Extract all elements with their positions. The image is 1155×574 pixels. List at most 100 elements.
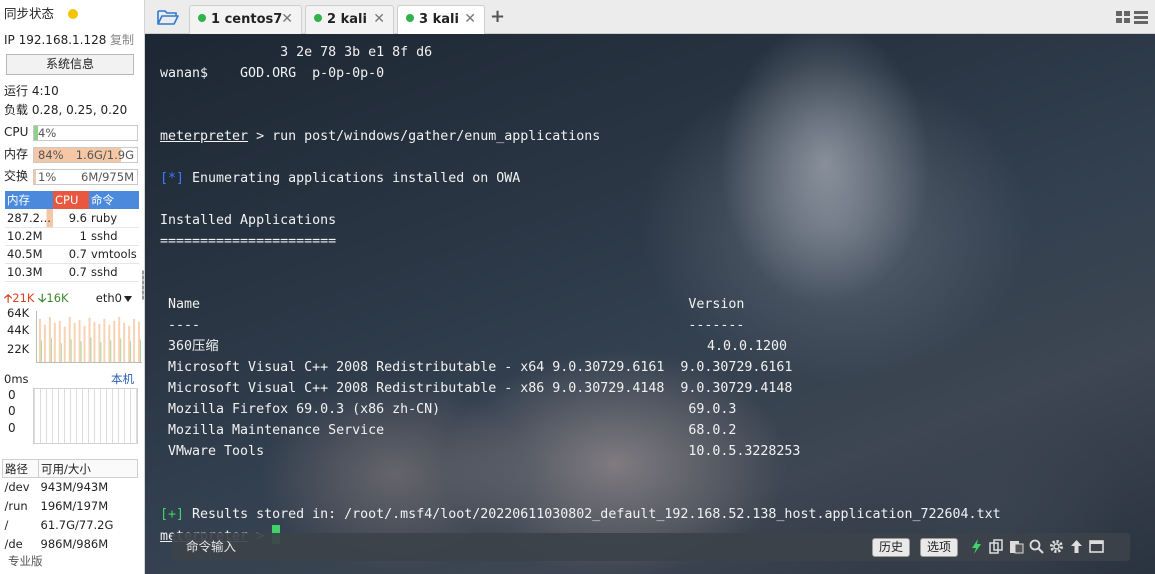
arrow-up-icon[interactable] bbox=[1068, 538, 1085, 555]
history-button[interactable]: 历史 bbox=[872, 538, 911, 557]
terminal-text: > run post/windows/gather/enum_applicati… bbox=[248, 129, 601, 144]
connected-dot-icon bbox=[406, 14, 414, 22]
layout-grid-icon[interactable] bbox=[1115, 10, 1149, 24]
net-axis-label: 44K bbox=[7, 323, 30, 337]
close-icon[interactable]: ✕ bbox=[281, 6, 293, 33]
load-average: 负载 0.28, 0.25, 0.20 bbox=[4, 103, 128, 117]
lightning-icon[interactable] bbox=[968, 538, 985, 555]
process-header-memory[interactable]: 内存 bbox=[5, 191, 53, 209]
process-table: 内存 CPU 命令 287.2... 9.6 ruby 10.2M 1 sshd… bbox=[5, 191, 139, 282]
upload-speed: 21K bbox=[12, 291, 35, 305]
command-input-placeholder[interactable]: 命令输入 bbox=[186, 533, 236, 561]
options-button[interactable]: 选项 bbox=[920, 538, 959, 557]
memory-meter-detail: 1.6G/1.9G bbox=[75, 148, 134, 162]
ip-row: IP 192.168.1.128 复制 bbox=[4, 31, 138, 49]
process-row[interactable]: 10.2M 1 sshd bbox=[5, 227, 139, 246]
terminal-text: wanan$ GOD.ORG p-0p-0p-0 bbox=[160, 66, 385, 81]
terminal-text: ---- ------- bbox=[160, 318, 745, 333]
caret-down-icon bbox=[124, 295, 132, 302]
disk-row[interactable]: /de 986M/986M bbox=[3, 535, 138, 554]
disk-path: /de bbox=[4, 537, 23, 551]
latency-axis-label: 0 bbox=[8, 404, 16, 418]
add-tab-icon[interactable]: + bbox=[490, 6, 505, 27]
process-memory: 40.5M bbox=[5, 245, 53, 264]
search-icon[interactable] bbox=[1028, 538, 1045, 555]
network-interface-label: eth0 bbox=[95, 291, 122, 305]
terminal-line: VMware Tools 10.0.5.3228253 bbox=[160, 441, 1001, 462]
sync-status-dot bbox=[68, 9, 78, 19]
sidebar-resize-handle[interactable] bbox=[142, 270, 144, 300]
uptime: 运行 4:10 bbox=[4, 84, 59, 98]
process-memory: 287.2... bbox=[5, 209, 53, 228]
terminal-text: ====================== bbox=[160, 234, 337, 249]
terminal-view[interactable]: 3 2e 78 3b e1 8f d6 wanan$ GOD.ORG p-0p-0… bbox=[145, 34, 1155, 574]
disk-row[interactable]: /run 196M/197M bbox=[3, 497, 138, 516]
swap-meter-fill bbox=[34, 170, 37, 184]
cpu-meter-value: 4% bbox=[38, 126, 57, 140]
paste-icon[interactable] bbox=[1008, 538, 1025, 555]
process-command: vmtools bbox=[89, 245, 139, 264]
maximize-icon[interactable] bbox=[1088, 538, 1105, 555]
terminal-text: Microsoft Visual C++ 2008 Redistributabl… bbox=[160, 360, 793, 375]
terminal-text: Mozilla Maintenance Service 68.0.2 bbox=[160, 423, 737, 438]
process-row[interactable]: 10.3M 0.7 sshd bbox=[5, 263, 139, 282]
process-row[interactable]: 40.5M 0.7 vmtools bbox=[5, 245, 139, 264]
disk-header-size[interactable]: 可用/大小 bbox=[38, 459, 138, 478]
ip-address: IP 192.168.1.128 bbox=[4, 33, 107, 47]
latency-axis-label: 0 bbox=[8, 388, 16, 402]
pro-edition-label[interactable]: 专业版 bbox=[8, 553, 43, 569]
meterpreter-prompt: meterpreter bbox=[160, 129, 249, 144]
tab-centos7[interactable]: 1 centos7 ✕ bbox=[189, 5, 302, 34]
tab-label: 3 kali bbox=[419, 12, 459, 27]
process-cpu: 9.6 bbox=[53, 209, 89, 228]
cpu-meter-label: CPU bbox=[4, 125, 29, 139]
process-header-command[interactable]: 命令 bbox=[89, 191, 139, 209]
connected-dot-icon bbox=[198, 14, 206, 22]
terminal-line: Installed Applications bbox=[160, 210, 1001, 231]
disk-size: 943M/943M bbox=[40, 480, 109, 495]
command-input-bar[interactable]: 命令输入 历史 选项 bbox=[172, 533, 1130, 561]
terminal-line: 3 2e 78 3b e1 8f d6 bbox=[160, 42, 1001, 63]
tab-kali-3[interactable]: 3 kali ✕ bbox=[397, 5, 485, 35]
latency-value: 0ms bbox=[4, 372, 29, 386]
close-icon[interactable]: ✕ bbox=[464, 6, 476, 33]
tab-label: 1 centos7 bbox=[211, 12, 283, 27]
process-header-cpu[interactable]: CPU bbox=[53, 191, 89, 209]
terminal-line: Microsoft Visual C++ 2008 Redistributabl… bbox=[160, 357, 1001, 378]
session-tab-bar: 1 centos7 ✕ 2 kali ✕ 3 kali ✕ + bbox=[145, 0, 1155, 35]
terminal-text: Microsoft Visual C++ 2008 Redistributabl… bbox=[160, 381, 793, 396]
memory-meter: 内存 84% 1.6G/1.9G bbox=[4, 145, 138, 163]
cpu-meter: CPU 4% bbox=[4, 123, 138, 141]
process-command: sshd bbox=[89, 227, 139, 246]
disk-table: 路径 可用/大小 /dev 943M/943M /run 196M/197M /… bbox=[2, 459, 138, 554]
terminal-text: Enumerating applications installed on OW… bbox=[184, 171, 521, 186]
gear-icon[interactable] bbox=[1048, 538, 1065, 555]
disk-header-path[interactable]: 路径 bbox=[2, 459, 39, 478]
process-cpu: 1 bbox=[53, 227, 89, 246]
terminal-line: [+] Results stored in: /root/.msf4/loot/… bbox=[160, 504, 1001, 525]
process-row[interactable]: 287.2... 9.6 ruby bbox=[5, 209, 139, 228]
system-info-button[interactable]: 系统信息 bbox=[6, 54, 134, 75]
folder-open-icon[interactable] bbox=[157, 8, 179, 26]
disk-path: /dev bbox=[4, 480, 30, 495]
latency-axis-label: 0 bbox=[8, 421, 16, 435]
network-interface-select[interactable]: eth0 bbox=[96, 289, 132, 307]
terminal-output: 3 2e 78 3b e1 8f d6 wanan$ GOD.ORG p-0p-0… bbox=[160, 42, 1001, 546]
terminal-line: meterpreter > run post/windows/gather/en… bbox=[160, 126, 1001, 147]
copy-icon[interactable] bbox=[988, 538, 1005, 555]
terminal-text: Mozilla Firefox 69.0.3 (x86 zh-CN) 69.0.… bbox=[160, 402, 737, 417]
terminal-text: 3 2e 78 3b e1 8f d6 bbox=[160, 45, 433, 60]
copy-ip-button[interactable]: 复制 bbox=[110, 31, 134, 49]
disk-path: /run bbox=[4, 499, 28, 513]
latency-host[interactable]: 本机 bbox=[111, 370, 134, 388]
tab-kali-2[interactable]: 2 kali ✕ bbox=[305, 5, 394, 34]
disk-row[interactable]: / 61.7G/77.2G bbox=[3, 516, 138, 535]
disk-row[interactable]: /dev 943M/943M bbox=[3, 478, 138, 497]
terminal-line: [*] Enumerating applications installed o… bbox=[160, 168, 1001, 189]
close-icon[interactable]: ✕ bbox=[373, 6, 385, 33]
